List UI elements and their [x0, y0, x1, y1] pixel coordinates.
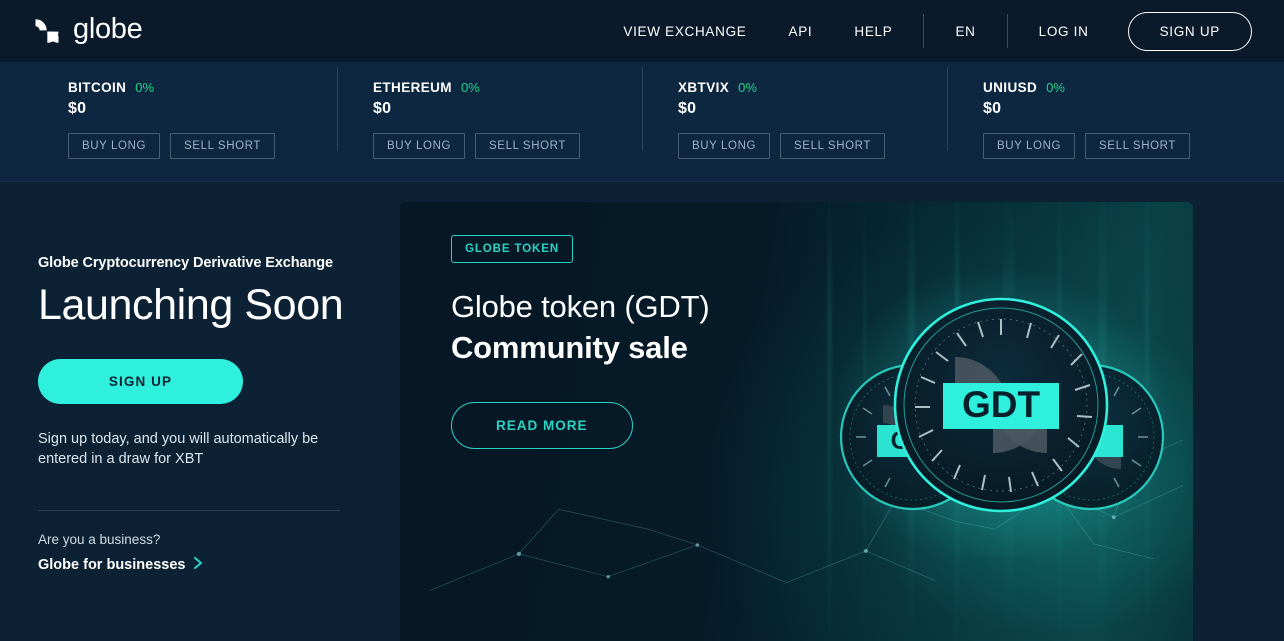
ticker-symbol: XBTVIX: [678, 80, 730, 95]
hero-eyebrow: Globe Cryptocurrency Derivative Exchange: [38, 255, 333, 271]
nav-link-api[interactable]: API: [768, 24, 834, 39]
logo[interactable]: globe: [32, 13, 143, 47]
ticker-header: XBTVIX 0%: [678, 80, 947, 95]
read-more-button[interactable]: READ MORE: [451, 402, 633, 449]
ticker-xbtvix: XBTVIX 0% $0 BUY LONG SELL SHORT: [642, 62, 947, 182]
market-ticker-bar: BITCOIN 0% $0 BUY LONG SELL SHORT ETHERE…: [0, 62, 1284, 182]
buy-long-button[interactable]: BUY LONG: [678, 133, 771, 159]
business-question: Are you a business?: [38, 531, 161, 547]
banner-title: Globe token (GDT): [451, 289, 710, 324]
nav-link-view-exchange[interactable]: VIEW EXCHANGE: [602, 24, 767, 39]
ticker-price: $0: [678, 100, 697, 117]
ticker-actions: BUY LONG SELL SHORT: [983, 133, 1252, 159]
buy-long-button[interactable]: BUY LONG: [983, 133, 1076, 159]
sell-short-button[interactable]: SELL SHORT: [780, 133, 885, 159]
ticker-change: 0%: [460, 80, 480, 95]
ticker-price: $0: [983, 100, 1002, 117]
ticker-actions: BUY LONG SELL SHORT: [678, 133, 947, 159]
ticker-symbol: ETHEREUM: [373, 80, 452, 95]
buy-long-button[interactable]: BUY LONG: [373, 133, 466, 159]
hero-headline: Launching Soon: [38, 281, 344, 329]
nav-divider: [923, 14, 925, 48]
banner-content: GLOBE TOKEN Globe token (GDT) Community …: [400, 202, 1193, 449]
ticker-uniusd: UNIUSD 0% $0 BUY LONG SELL SHORT: [947, 62, 1252, 182]
ticker-change: 0%: [738, 80, 757, 95]
ticker-ethereum: ETHEREUM 0% $0 BUY LONG SELL SHORT: [337, 62, 642, 182]
section-divider: [38, 509, 340, 511]
buy-long-button[interactable]: BUY LONG: [68, 133, 161, 159]
ticker-actions: BUY LONG SELL SHORT: [373, 133, 642, 159]
chevron-right-icon: [193, 556, 204, 575]
ticker-symbol: BITCOIN: [68, 80, 127, 95]
ticker-actions: BUY LONG SELL SHORT: [68, 133, 337, 159]
business-link[interactable]: Globe for businesses: [38, 556, 204, 575]
ticker-header: ETHEREUM 0%: [373, 80, 642, 95]
nav-divider: [1006, 14, 1008, 48]
ticker-symbol: UNIUSD: [983, 80, 1038, 95]
globe-logo-mark-icon: [32, 16, 62, 46]
signup-button-header[interactable]: SIGN UP: [1127, 11, 1252, 51]
site-header: globe VIEW EXCHANGE API HELP EN LOG IN S…: [0, 0, 1284, 62]
main-navigation: VIEW EXCHANGE API HELP EN LOG IN SIGN UP: [602, 11, 1252, 51]
language-selector[interactable]: EN: [934, 24, 996, 39]
ticker-change: 0%: [1046, 80, 1065, 95]
ticker-price: $0: [373, 100, 392, 117]
ticker-bitcoin: BITCOIN 0% $0 BUY LONG SELL SHORT: [32, 62, 337, 182]
ticker-price: $0: [68, 100, 87, 117]
sell-short-button[interactable]: SELL SHORT: [1085, 133, 1190, 159]
ticker-header: BITCOIN 0%: [68, 80, 337, 95]
ticker-change: 0%: [135, 80, 155, 95]
banner-subtitle: Community sale: [451, 330, 688, 365]
signup-button-hero[interactable]: SIGN UP: [38, 358, 243, 404]
hero-note: Sign up today, and you will automaticall…: [38, 430, 319, 468]
status-badge: GLOBE TOKEN: [451, 235, 574, 263]
hero-column: Globe Cryptocurrency Derivative Exchange…: [38, 182, 368, 641]
main-content: Globe Cryptocurrency Derivative Exchange…: [0, 182, 1284, 641]
sell-short-button[interactable]: SELL SHORT: [170, 133, 275, 159]
ticker-header: UNIUSD 0%: [983, 80, 1252, 95]
login-link[interactable]: LOG IN: [1018, 24, 1110, 39]
logo-text: globe: [73, 13, 143, 45]
nav-link-help[interactable]: HELP: [833, 24, 913, 39]
business-link-label: Globe for businesses: [38, 557, 186, 574]
sell-short-button[interactable]: SELL SHORT: [475, 133, 580, 159]
promo-banner[interactable]: GLOBE TOKEN Globe token (GDT) Community …: [400, 202, 1193, 641]
